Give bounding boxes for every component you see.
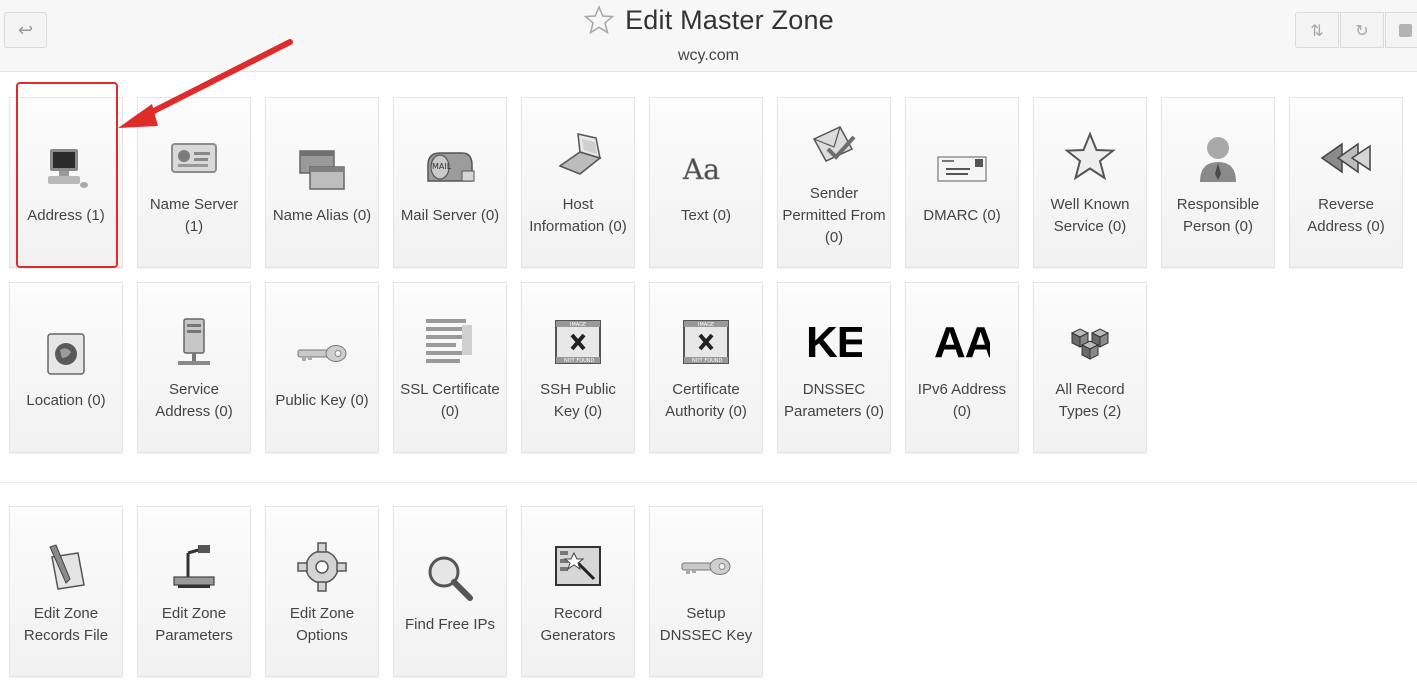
record-tile-all-record-types[interactable]: All Record Types (2) [1033,282,1147,453]
record-label: DMARC (0) [923,206,1001,224]
action-tile-record-generators[interactable]: Record Generators [521,506,635,677]
ssl-text-icon [420,313,480,373]
action-label: Edit Zone Records File [23,604,109,644]
mail-check-icon [804,117,864,177]
image-not-found-icon: IMAGE NOT FOUND [548,313,608,373]
record-tile-text[interactable]: Aa Text (0) [649,97,763,268]
record-tile-location[interactable]: Location (0) [9,282,123,453]
record-label: IPv6 Address (0) [917,380,1007,420]
stop-button[interactable] [1385,12,1417,48]
record-label: SSH Public Key (0) [540,380,616,420]
record-label: Name Alias (0) [272,206,372,224]
svg-text:NOT FOUND: NOT FOUND [564,358,595,364]
record-tile-dmarc[interactable]: DMARC (0) [905,97,1019,268]
action-tile-edit-zone-options[interactable]: Edit Zone Options [265,506,379,677]
record-label: Location (0) [26,391,106,409]
laptop-icon [548,128,608,188]
action-tile-edit-zone-records-file[interactable]: Edit Zone Records File [9,506,123,677]
record-tile-well-known-service[interactable]: Well Known Service (0) [1033,97,1147,268]
action-label: Setup DNSSEC Key [659,604,753,644]
section-divider [0,482,1417,483]
key-icon [292,324,352,384]
person-icon [1188,128,1248,188]
refresh-button[interactable]: ↻ [1340,12,1384,48]
record-label: Service Address (0) [155,380,233,420]
record-label: Text (0) [680,206,731,224]
record-label: DNSSEC Parameters (0) [783,380,885,420]
key-icon [676,537,736,597]
magnifier-icon [420,548,480,608]
server-icon [164,313,224,373]
svg-text:Aa: Aa [682,153,720,186]
record-tile-ipv6-address[interactable]: AA IPv6 Address (0) [905,282,1019,453]
action-label: Edit Zone Parameters [155,604,233,644]
svg-text:IMAGE: IMAGE [570,322,586,328]
svg-text:MAIL: MAIL [432,162,452,171]
annotation-arrow [118,39,293,128]
sync-button[interactable]: ⇅ [1295,12,1339,48]
record-tile-service-address[interactable]: Service Address (0) [137,282,251,453]
record-label: All Record Types (2) [1055,380,1125,420]
ke-text-icon: KE [806,317,862,367]
record-label: Certificate Authority (0) [665,380,747,420]
envelope-label-icon [932,139,992,199]
edit-master-zone-page: ↩ Edit Master Zone wcy.com ⇅ ↻ Address (… [0,0,1417,682]
projector-icon [164,537,224,597]
action-label: Edit Zone Options [289,604,355,644]
record-tile-certificate-authority[interactable]: IMAGE NOT FOUND Certificate Authority (0) [649,282,763,453]
refresh-icon: ↻ [1355,20,1369,40]
record-tile-dnssec-parameters[interactable]: KE DNSSEC Parameters (0) [777,282,891,453]
gear-icon [292,537,352,597]
windows-icon [292,139,352,199]
stop-icon [1398,23,1412,37]
star-icon [1060,128,1120,188]
record-label: Name Server (1) [149,195,239,235]
record-label: Reverse Address (0) [1307,195,1385,235]
record-tile-ssl-certificate[interactable]: SSL Certificate (0) [393,282,507,453]
wizard-icon [548,537,608,597]
aa-text-icon: AA [934,317,990,367]
record-label: Well Known Service (0) [1050,195,1130,235]
star-outline-icon[interactable] [583,4,615,36]
globe-icon [36,324,96,384]
record-tile-public-key[interactable]: Public Key (0) [265,282,379,453]
id-card-icon [164,128,224,188]
action-label: Find Free IPs [404,615,496,633]
record-tile-ssh-public-key[interactable]: IMAGE NOT FOUND SSH Public Key (0) [521,282,635,453]
text-aa-icon: Aa [676,139,736,199]
record-tile-mail-server[interactable]: MAIL Mail Server (0) [393,97,507,268]
record-label: Host Information (0) [529,195,627,235]
mailbox-icon: MAIL [420,139,480,199]
page-title: Edit Master Zone [625,4,834,35]
action-tile-setup-dnssec-key[interactable]: Setup DNSSEC Key [649,506,763,677]
action-tile-find-free-ips[interactable]: Find Free IPs [393,506,507,677]
svg-text:IMAGE: IMAGE [698,322,714,328]
record-tile-reverse-address[interactable]: Reverse Address (0) [1289,97,1403,268]
action-label: Record Generators [540,604,616,644]
sync-icon: ⇅ [1310,20,1324,40]
record-label: Responsible Person (0) [1176,195,1260,235]
action-tile-edit-zone-parameters[interactable]: Edit Zone Parameters [137,506,251,677]
image-not-found-icon: IMAGE NOT FOUND [676,313,736,373]
record-label: SSL Certificate (0) [400,380,500,420]
record-tile-responsible-person[interactable]: Responsible Person (0) [1161,97,1275,268]
record-label: Mail Server (0) [400,206,500,224]
rewind-icon [1316,128,1376,188]
annotation-highlight-box [16,82,118,268]
record-tile-host-information[interactable]: Host Information (0) [521,97,635,268]
record-label: Sender Permitted From (0) [782,184,886,246]
pen-paper-icon [36,537,96,597]
record-label: Public Key (0) [275,391,369,409]
record-tile-sender-permitted-from[interactable]: Sender Permitted From (0) [777,97,891,268]
cubes-icon [1060,313,1120,373]
svg-text:NOT FOUND: NOT FOUND [692,358,723,364]
